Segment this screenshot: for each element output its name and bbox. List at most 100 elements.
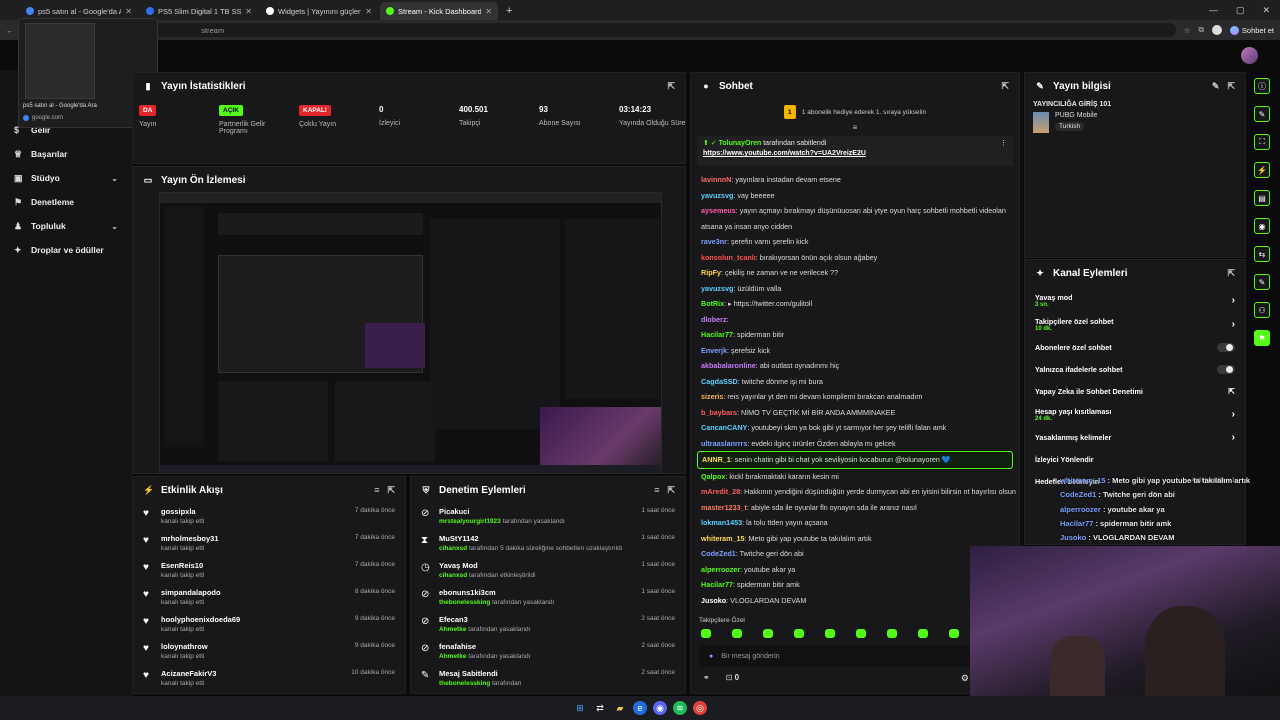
chat-input[interactable]: ● Bir mesaj gönderin <box>699 645 1013 667</box>
stream-preview-video[interactable] <box>159 192 662 474</box>
chat-username[interactable]: RipFy <box>701 268 721 277</box>
pin-icon[interactable]: ⋮ <box>1000 139 1007 147</box>
moderation-target[interactable]: Yavaş Mod <box>439 561 535 570</box>
file-explorer-icon[interactable]: ▰ <box>613 701 627 715</box>
channel-action-row[interactable]: İzleyici Yönlendir <box>1025 448 1245 470</box>
channel-action-row[interactable]: Abonelere özel sohbet <box>1025 336 1245 358</box>
chat-message[interactable]: BotRix: ▸ https://twitter.com/gulitoll <box>691 296 1019 312</box>
chat-message[interactable]: whiteram_15: Meto gibi yap youtube ta ta… <box>691 531 1019 547</box>
emote-icon[interactable] <box>887 629 897 638</box>
windows-start-icon[interactable]: ⊞ <box>573 701 587 715</box>
chevron-down-icon[interactable]: ⌄ <box>111 222 118 231</box>
moderation-actor[interactable]: cihanxsd <box>439 545 467 552</box>
filter-icon[interactable]: ≡ <box>654 485 659 495</box>
browser-tab[interactable]: Stream - Kick Dashboard ✕ <box>380 2 498 20</box>
chevron-down-icon[interactable]: ⌄ <box>111 174 118 183</box>
chat-users-icon[interactable]: ⚭ <box>703 673 710 682</box>
spotify-icon[interactable]: ≋ <box>673 701 687 715</box>
chat-username[interactable]: Enverjk <box>701 346 727 355</box>
sidebar-item-3[interactable]: ⚑ Denetleme <box>0 190 132 214</box>
activity-user[interactable]: simpandalapodo <box>161 588 221 597</box>
green-action-icon[interactable]: ⚑ <box>1254 330 1270 346</box>
emote-icon[interactable] <box>794 629 804 638</box>
expand-icon[interactable]: ⇱ <box>667 485 675 496</box>
back-icon[interactable]: ← <box>6 26 14 35</box>
emote-icon[interactable] <box>918 629 928 638</box>
moderation-target[interactable]: Picakuci <box>439 507 565 516</box>
expand-icon[interactable]: ⇱ <box>667 81 675 92</box>
chat-username[interactable]: Hacilar77 <box>701 580 733 589</box>
emote-icon[interactable] <box>949 629 959 638</box>
chat-message[interactable]: yavuzsvg: vay beeeee <box>691 188 1019 204</box>
toggle-switch[interactable] <box>1217 342 1235 352</box>
doc-icon[interactable]: ▤ <box>1254 190 1270 206</box>
chat-username[interactable]: Hacilar77 <box>701 330 733 339</box>
chat-message[interactable]: b_baybars: NİMO TV GEÇTİK Mİ BİR ANDA AM… <box>691 405 1019 421</box>
activity-user[interactable]: mrholmesboy31 <box>161 534 219 543</box>
channel-action-row[interactable]: Yasaklanmış kelimeler › <box>1025 426 1245 448</box>
chat-message[interactable]: CancanCANY: youtubeyi skm ya bok gibi yt… <box>691 420 1019 436</box>
chat-message[interactable]: akbabalaronline: abi outlast oynadınmı h… <box>691 358 1019 374</box>
tab-close-icon[interactable]: ✕ <box>245 7 252 16</box>
chat-message[interactable]: sizeris: reis yayınlar yt den mi devam k… <box>691 389 1019 405</box>
chat-username[interactable]: konsolun_tcanlı <box>701 253 756 262</box>
discord-icon[interactable]: ◉ <box>653 701 667 715</box>
chat-message[interactable]: CagdaSSD: twitche dönme işi mi bura <box>691 374 1019 390</box>
chevron-right-icon[interactable]: › <box>1232 319 1235 330</box>
expand-icon[interactable]: ⇱ <box>1001 81 1009 92</box>
bookmark-star-icon[interactable]: ☆ <box>1184 26 1191 35</box>
emote-icon[interactable] <box>825 629 835 638</box>
browser-tab[interactable]: Widgets | Yayınını güçlendirmek i✕ <box>260 2 378 20</box>
moderation-target[interactable]: ebonuns1ki3cm <box>439 588 554 597</box>
chat-username[interactable]: b_baybars <box>701 408 737 417</box>
link-icon[interactable]: ⇆ <box>1254 246 1270 262</box>
emote-icon[interactable] <box>856 629 866 638</box>
channel-action-row[interactable]: Yapay Zeka ile Sohbet Denetimi ⇱ <box>1025 380 1245 402</box>
pin-toggle-icon[interactable]: ≡ <box>691 123 1019 132</box>
channel-action-row[interactable]: Yalnızca ifadelerle sohbet <box>1025 358 1245 380</box>
chat-message[interactable]: Enverjk: şerefsiz kick <box>691 343 1019 359</box>
sidebar-item-2[interactable]: ▣ Stüdyo ⌄ <box>0 166 132 190</box>
channel-action-row[interactable]: Yavaş mod 3 sn. › <box>1025 288 1245 312</box>
minimize-icon[interactable]: — <box>1209 5 1218 16</box>
chat-username[interactable]: aysemeus <box>701 206 736 215</box>
chat-username[interactable]: dloberz <box>701 315 727 324</box>
moderation-target[interactable]: MuStY1142 <box>439 534 623 543</box>
chat-username[interactable]: ANNR_1 <box>702 455 731 464</box>
activity-user[interactable]: loloynathrow <box>161 642 208 651</box>
chat-username[interactable]: CodeZed1 <box>701 549 736 558</box>
chat-message[interactable]: ANNR_1: senin chatin gibi bi chat yok se… <box>697 451 1013 469</box>
expand-icon[interactable]: ⇱ <box>387 485 395 496</box>
chat-message[interactable]: konsolun_tcanlı: bırakıyorsan önün açık … <box>691 250 1019 266</box>
chat-message[interactable]: aysemeus: yayın açmayı bırakmayı düşünüu… <box>691 203 1019 219</box>
screen-icon[interactable]: ⛶ <box>1254 134 1270 150</box>
mic-icon[interactable]: ● <box>709 653 713 660</box>
edit-icon[interactable]: ✎ <box>1254 106 1270 122</box>
expand-icon[interactable]: ⇱ <box>1227 268 1235 279</box>
moderation-actor[interactable]: mrstealyourgirl1923 <box>439 518 501 525</box>
chat-message[interactable]: Qalpox: kickl bırakmaktaki kararın kesin… <box>691 469 1019 485</box>
avatar[interactable] <box>1241 47 1258 64</box>
channel-action-row[interactable]: Takipçilere özel sohbet 10 dk. › <box>1025 312 1245 336</box>
chat-message[interactable]: Hacilar77: spiderman bitir <box>691 327 1019 343</box>
address-bar[interactable]: stream <box>51 23 1176 37</box>
new-tab-button[interactable]: + <box>506 5 512 17</box>
emote-icon[interactable] <box>732 629 742 638</box>
pinned-message[interactable]: ⬆ ✓ TolunayOren tarafından sabitlendi ⋮ h… <box>697 136 1013 166</box>
moderation-actor[interactable]: Ahmetke <box>439 653 466 660</box>
chat-username[interactable]: yavuzsvg <box>701 284 733 293</box>
info-icon[interactable]: ⓘ <box>1254 78 1270 94</box>
chat-icon[interactable]: ◉ <box>1254 218 1270 234</box>
tab-close-icon[interactable]: ✕ <box>125 7 132 16</box>
moderation-target[interactable]: Mesaj Sabitlendi <box>439 669 521 678</box>
chat-message[interactable]: atsana ya insan anyo cidden <box>691 219 1019 235</box>
sidebar-item-1[interactable]: ♕ Başarılar <box>0 142 132 166</box>
activity-user[interactable]: gossipxla <box>161 507 204 516</box>
moderation-actor[interactable]: thebonelessking <box>439 680 490 687</box>
sidebar-item-4[interactable]: ♟ Topluluk ⌄ <box>0 214 132 238</box>
chat-username[interactable]: Qalpox <box>701 472 725 481</box>
chat-settings-icon[interactable]: ⚙ <box>961 673 969 684</box>
moderation-actor[interactable]: Ahmetke <box>439 626 466 633</box>
channel-action-row[interactable]: Hesap yaşı kısıtlaması 24 dk. › <box>1025 402 1245 426</box>
moderation-target[interactable]: fenafahise <box>439 642 530 651</box>
